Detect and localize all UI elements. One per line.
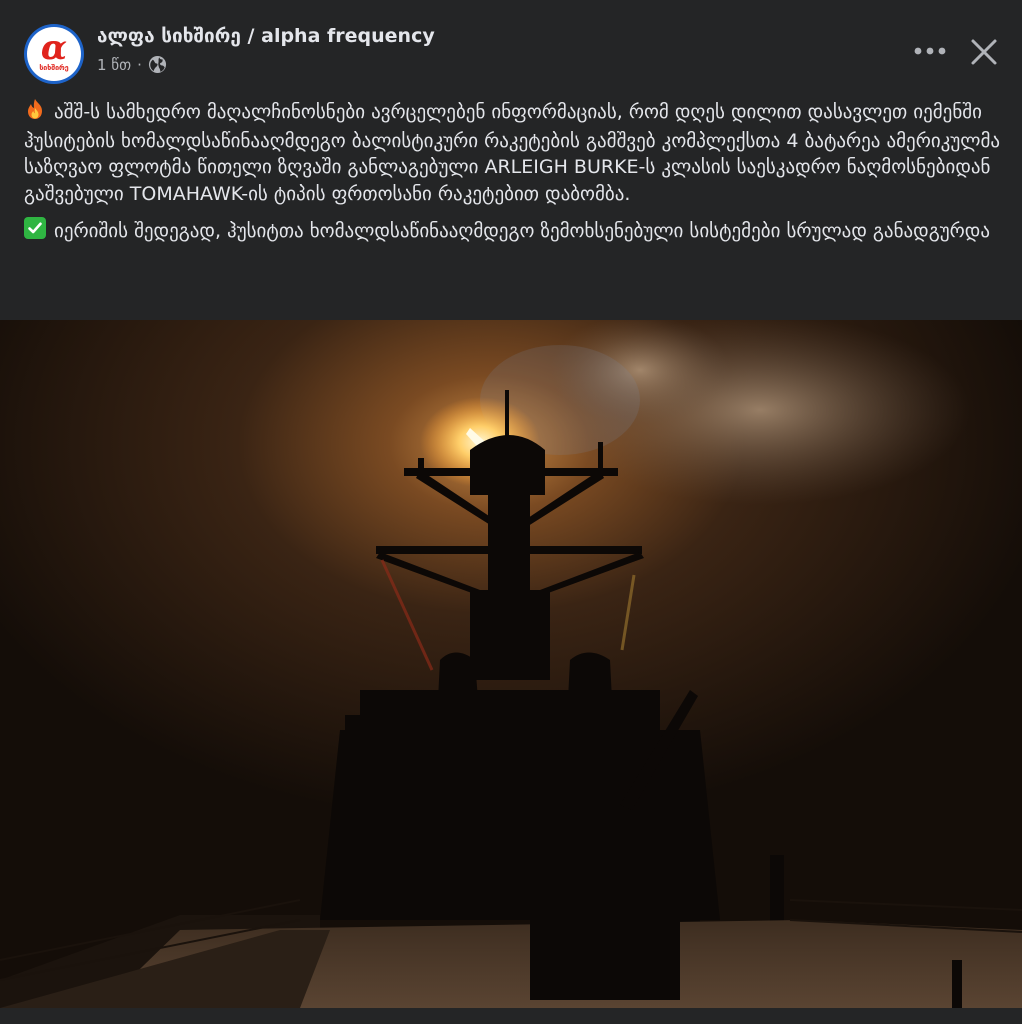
avatar-alpha-symbol: α xyxy=(40,28,68,68)
warship-night-launch-photo[interactable] xyxy=(0,320,1022,1008)
post-header: α სიხშირე ალფა სიხშირე / alpha frequency… xyxy=(0,0,1022,92)
more-horizontal-icon[interactable] xyxy=(908,36,952,66)
avatar-logo-text: სიხშირე xyxy=(39,64,69,72)
post-paragraph-2: იერიშის შედეგად, ჰუსიტთა ხომალდსაწინააღმ… xyxy=(24,217,1002,247)
meta-separator: · xyxy=(137,55,142,74)
avatar-logo: α სიხშირე xyxy=(27,27,81,81)
facebook-post: α სიხშირე ალფა სიხშირე / alpha frequency… xyxy=(0,0,1022,1024)
post-bottom-strip xyxy=(0,1008,1022,1024)
post-paragraph-2-text: იერიშის შედეგად, ჰუსიტთა ხომალდსაწინააღმ… xyxy=(54,220,990,242)
post-paragraph-1: აშშ-ს სამხედრო მაღალჩინოსნები ავრცელებენ… xyxy=(24,98,1002,207)
globe-icon[interactable] xyxy=(148,55,167,74)
post-meta: 1 წთ · xyxy=(97,55,167,74)
page-name-link[interactable]: ალფა სიხშირე / alpha frequency xyxy=(97,25,435,47)
fire-emoji xyxy=(24,98,46,128)
post-body: აშშ-ს სამხედრო მაღალჩინოსნები ავრცელებენ… xyxy=(24,98,1002,257)
page-avatar[interactable]: α სიხშირე xyxy=(24,24,84,84)
post-paragraph-1-text: აშშ-ს სამხედრო მაღალჩინოსნები ავრცელებენ… xyxy=(24,101,1001,205)
post-timestamp[interactable]: 1 წთ xyxy=(97,56,131,74)
check-mark-emoji xyxy=(24,217,46,247)
close-icon[interactable] xyxy=(966,34,1002,70)
